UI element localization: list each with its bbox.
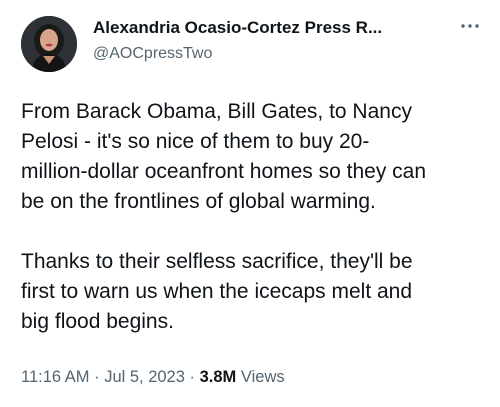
tweet-line: Pelosi - it's so nice of them to buy 20-: [21, 130, 370, 153]
meta-separator: ·: [94, 368, 100, 386]
tweet-paragraph: Thanks to their selfless sacrifice, they…: [21, 247, 491, 337]
tweet-line: be on the frontlines of global warming.: [21, 190, 376, 213]
tweet-meta: 11:16 AM · Jul 5, 2023 · 3.8M Views: [21, 368, 285, 387]
avatar[interactable]: [21, 16, 77, 72]
author-handle[interactable]: @AOCpressTwo: [93, 45, 212, 63]
tweet-line: million-dollar oceanfront homes so they …: [21, 160, 427, 183]
more-options-icon[interactable]: [452, 14, 488, 38]
meta-separator: ·: [189, 368, 196, 386]
views-label[interactable]: Views: [241, 368, 285, 386]
tweet-line: Thanks to their selfless sacrifice, they…: [21, 250, 413, 273]
tweet-date[interactable]: Jul 5, 2023: [104, 368, 185, 386]
tweet-card: Alexandria Ocasio-Cortez Press R... @AOC…: [0, 0, 500, 407]
ellipsis-icon: [461, 24, 479, 28]
tweet-line: From Barack Obama, Bill Gates, to Nancy: [21, 100, 412, 123]
tweet-line: big flood begins.: [21, 310, 174, 333]
tweet-text: From Barack Obama, Bill Gates, to Nancy …: [21, 97, 491, 337]
author-display-name[interactable]: Alexandria Ocasio-Cortez Press R...: [93, 18, 382, 38]
tweet-line: first to warn us when the icecaps melt a…: [21, 280, 413, 303]
views-count[interactable]: 3.8M: [200, 368, 237, 386]
tweet-time[interactable]: 11:16 AM: [21, 368, 90, 386]
tweet-paragraph: From Barack Obama, Bill Gates, to Nancy …: [21, 97, 491, 217]
avatar-image: [21, 16, 77, 72]
